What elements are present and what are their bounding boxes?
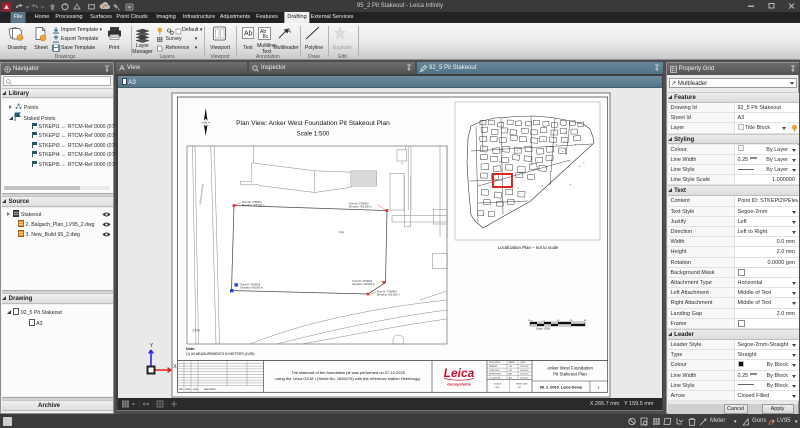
svg-text:Leica: Leica [444,366,475,380]
svg-text:The stakeout of the foundation: The stakeout of the foundation pit was p… [291,370,405,375]
svg-text:98_2_0010_Leica Demo: 98_2_0010_Leica Demo [540,386,583,390]
svg-text:10/10/25: 10/10/25 [520,377,529,379]
svg-text:Elevation: 405.000 m: Elevation: 405.000 m [241,287,263,290]
svg-text:using the Leica GS18 I (Serial: using the Leica GS18 I (Serial No. 18342… [275,376,420,381]
svg-text:Appr: Appr [193,388,198,391]
svg-text:DRAWN: DRAWN [489,365,498,368]
svg-text:Elevation: 405.000 m: Elevation: 405.000 m [242,204,264,207]
svg-text:CHECKED: CHECKED [489,370,500,372]
svg-text:(1) All MEASUREMENTS IN METERS: (1) All MEASUREMENTS IN METERS (LV95) [186,352,255,356]
svg-text:Scale 1:500: Scale 1:500 [536,327,550,331]
svg-text:Date: Date [186,388,192,391]
svg-text:X: X [173,364,177,370]
svg-text:Description: Description [204,388,217,391]
svg-text:Elevation: 405.000 m: Elevation: 405.000 m [353,283,375,286]
svg-text:APPROVED: APPROVED [489,373,502,376]
svg-text:Bc: Bc [263,34,269,40]
svg-text:1:500: 1:500 [494,387,500,389]
svg-text:TM: TM [509,366,512,368]
svg-text:Plan View: Anker West Foundati: Plan View: Anker West Foundation Pit Sta… [236,120,390,127]
svg-text:10 m: 10 m [528,320,533,322]
svg-text:Ab: Ab [244,30,253,37]
svg-text:Anker West Foundation: Anker West Foundation [547,366,593,371]
svg-text:744: 744 [338,231,344,235]
svg-text:Scale 1:500: Scale 1:500 [297,131,330,138]
svg-text:DATE: DATE [520,361,526,364]
svg-text:Localization Plan – not to sca: Localization Plan – not to scale [498,245,559,250]
svg-text:1: 1 [598,386,600,390]
svg-text:NAME: NAME [509,361,516,364]
svg-text:DESIGNED: DESIGNED [489,362,501,364]
svg-text:2143: 2143 [192,329,200,333]
svg-text:Elevation: 405.000 m: Elevation: 405.000 m [349,206,371,209]
svg-text:LOCATION: LOCATION [489,376,500,379]
svg-text:Y: Y [150,343,154,349]
svg-text:PAGE SIZE: PAGE SIZE [516,383,528,386]
svg-text:Pit Stakeout Plan: Pit Stakeout Plan [553,372,587,377]
svg-text:10/10/25: 10/10/25 [520,374,529,376]
svg-text:Elevation: 405.000 m: Elevation: 405.000 m [377,294,399,297]
svg-text:SCALE: SCALE [494,383,502,386]
svg-text:A: A [287,29,291,35]
svg-text:10/10/25: 10/10/25 [520,366,529,368]
svg-text:TM: TM [509,370,512,372]
svg-text:Geosystems: Geosystems [447,382,472,387]
svg-text:10/10/25: 10/10/25 [520,370,529,372]
svg-text:Note:: Note: [186,347,195,351]
